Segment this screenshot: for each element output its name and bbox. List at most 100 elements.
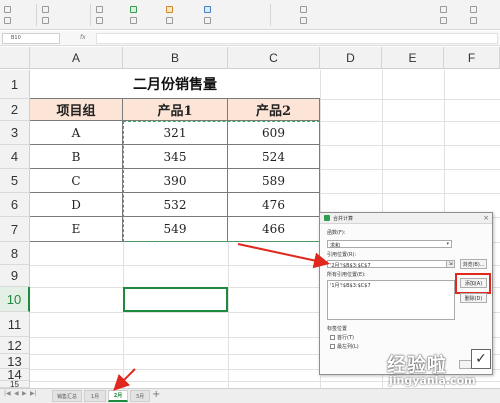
table-cell[interactable]: B [30, 145, 123, 169]
table-cell[interactable]: 466 [228, 217, 320, 242]
sheet-tab[interactable]: 销售汇总 [52, 390, 82, 402]
function-select[interactable]: 求和 ▾ [327, 240, 452, 249]
dialog-titlebar[interactable]: 合并计算 × [320, 213, 492, 224]
delete-button[interactable]: 删除(D) [460, 293, 487, 303]
name-box[interactable]: B10 [2, 33, 60, 44]
row-header[interactable]: 1 [0, 70, 30, 99]
left-column-checkbox[interactable]: 最左列(L) [330, 343, 359, 350]
row-header-active[interactable]: 10 [0, 287, 30, 312]
ribbon-group-3[interactable] [96, 3, 105, 27]
ribbon-toolbar [0, 0, 500, 30]
row-header[interactable]: 12 [0, 337, 30, 354]
row-header[interactable]: 9 [0, 265, 30, 287]
formula-bar: B10 fx [0, 31, 500, 46]
data-compare-icon [166, 6, 173, 13]
formula-input[interactable] [96, 33, 498, 44]
record-icon [440, 17, 447, 24]
function-label: 函数(F): [327, 230, 346, 236]
sort-asc-icon [96, 6, 103, 13]
first-row-checkbox[interactable]: 首行(T) [330, 334, 354, 341]
table-cell[interactable]: A [30, 121, 123, 145]
gridline [320, 193, 500, 194]
gridline [320, 99, 500, 100]
dialog-title: 合并计算 [333, 215, 354, 222]
table-cell[interactable]: 524 [228, 145, 320, 169]
gridline [320, 121, 500, 122]
header-cell-product1[interactable]: 产品1 [123, 99, 228, 121]
table-cell[interactable]: 532 [123, 193, 228, 217]
row-header[interactable]: 2 [0, 99, 30, 121]
ribbon-group-4[interactable] [130, 3, 139, 27]
table-cell[interactable]: D [30, 193, 123, 217]
add-sheet-button[interactable]: + [152, 389, 160, 400]
row-header[interactable]: 5 [0, 169, 30, 193]
header-cell-group[interactable]: 项目组 [30, 99, 123, 121]
row-header[interactable]: 3 [0, 121, 30, 145]
collapse-dialog-icon[interactable]: ⇲ [446, 260, 455, 268]
sheet-tab-active[interactable]: 2月 [108, 390, 128, 402]
table-title[interactable]: 二月份销售量 [30, 70, 320, 99]
first-sheet-button[interactable]: |◀ [4, 390, 11, 397]
header-cell-product2[interactable]: 产品2 [228, 99, 320, 121]
table-cell[interactable]: 476 [228, 193, 320, 217]
dropdown-list-icon [204, 17, 211, 24]
table-cell[interactable]: 345 [123, 145, 228, 169]
column-header-e[interactable]: E [382, 47, 444, 69]
last-sheet-button[interactable]: ▶| [30, 390, 37, 397]
ribbon-group-7[interactable] [300, 3, 309, 27]
row-header[interactable]: 11 [0, 312, 30, 337]
filter-funnel-icon [42, 6, 49, 13]
checkbox-box[interactable] [330, 344, 335, 349]
fill-icon [300, 17, 307, 24]
add-button[interactable]: 添加(A) [460, 278, 487, 288]
chevron-down-icon: ▾ [446, 241, 449, 247]
checkbox-box[interactable] [330, 335, 335, 340]
column-header-b[interactable]: B [123, 47, 228, 69]
app-logo-icon [324, 215, 330, 221]
column-header-d[interactable]: D [320, 47, 382, 69]
select-all-corner[interactable] [0, 47, 30, 69]
ribbon-group-6[interactable] [204, 3, 213, 27]
ribbon-group-1[interactable] [4, 3, 13, 27]
ribbon-group-2[interactable] [42, 3, 51, 27]
reapply-icon [42, 17, 49, 24]
column-header-f[interactable]: F [444, 47, 500, 69]
table-cell[interactable]: 609 [228, 121, 320, 145]
next-sheet-button[interactable]: ▶ [22, 390, 27, 397]
column-header-a[interactable]: A [30, 47, 123, 69]
browse-button[interactable]: 浏览(B)... [460, 259, 487, 269]
table-cell[interactable]: 390 [123, 169, 228, 193]
gridline [320, 145, 500, 146]
table-cell[interactable]: 549 [123, 217, 228, 242]
table-cell[interactable]: C [30, 169, 123, 193]
ribbon-group-5[interactable] [166, 3, 175, 27]
close-icon[interactable]: × [483, 214, 489, 222]
ribbon-simulate-analysis[interactable] [440, 3, 447, 27]
row-header[interactable]: 4 [0, 145, 30, 169]
row-header[interactable]: 15 [0, 380, 30, 389]
prev-sheet-button[interactable]: ◀ [14, 390, 19, 397]
table-cell[interactable]: E [30, 217, 123, 242]
sheet-tab[interactable]: 1月 [84, 390, 106, 402]
row-header[interactable]: 6 [0, 193, 30, 217]
row-header[interactable]: 8 [0, 242, 30, 265]
reference-input[interactable]: '2月'!$B$3:$C$7 [327, 260, 452, 269]
all-references-list[interactable]: '1月'!$B$3:$C$7 [327, 280, 455, 320]
sheet-tab[interactable]: 3月 [130, 390, 150, 402]
watermark-logo: 经验啦 ✓ jingyanla.com [387, 349, 495, 390]
ribbon-group-8[interactable] [470, 3, 477, 27]
watermark-title: 经验啦 [387, 354, 448, 376]
sort-desc-icon [96, 17, 103, 24]
ungroup-icon [470, 17, 477, 24]
table-cell[interactable]: 589 [228, 169, 320, 193]
duplicates-icon [130, 17, 137, 24]
table-cell[interactable]: 321 [123, 121, 228, 145]
list-item[interactable]: '1月'!$B$3:$C$7 [330, 282, 410, 289]
column-header-c[interactable]: C [228, 47, 320, 69]
fx-icon[interactable]: fx [80, 34, 86, 41]
prevent-duplicate-icon [204, 6, 211, 13]
selected-cell[interactable] [123, 287, 228, 312]
highlight-duplicates-icon [130, 6, 137, 13]
arrow-to-reference [237, 243, 330, 269]
row-header[interactable]: 7 [0, 217, 30, 242]
